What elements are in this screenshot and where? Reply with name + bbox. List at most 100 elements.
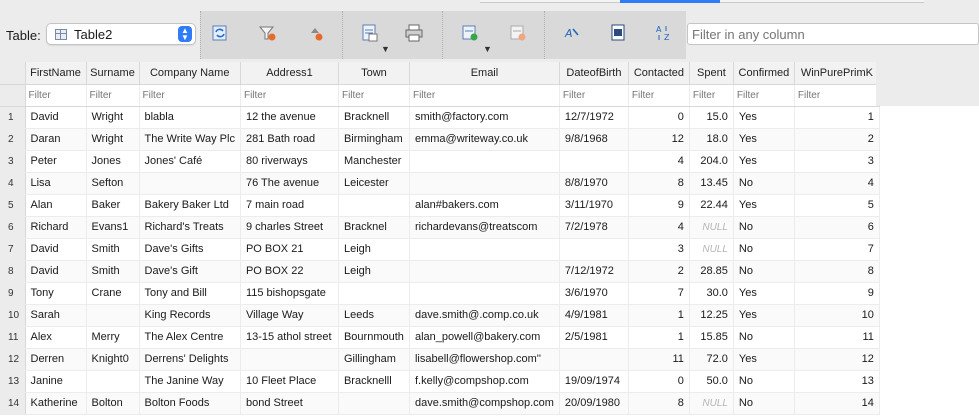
- table-cell[interactable]: 11: [794, 326, 880, 349]
- table-cell[interactable]: 19/09/1974: [559, 370, 629, 393]
- table-cell[interactable]: 12: [794, 348, 880, 371]
- table-cell[interactable]: 3/6/1970: [559, 282, 629, 305]
- table-cell[interactable]: Yes: [733, 150, 795, 173]
- column-header[interactable]: WinPurePrimK: [794, 62, 880, 85]
- table-cell[interactable]: 5: [794, 194, 880, 217]
- table-cell[interactable]: 28.85: [689, 260, 734, 283]
- row-number[interactable]: 4: [0, 172, 26, 195]
- table-cell[interactable]: 4/9/1981: [559, 304, 629, 327]
- table-cell[interactable]: Richard's Treats: [139, 216, 241, 239]
- table-cell[interactable]: Yes: [733, 128, 795, 151]
- column-header[interactable]: FirstName: [25, 62, 87, 85]
- column-header[interactable]: Town: [338, 62, 410, 85]
- table-cell[interactable]: Lisa: [25, 172, 87, 195]
- table-cell[interactable]: 9/8/1968: [559, 128, 629, 151]
- table-cell[interactable]: Leicester: [338, 172, 410, 195]
- table-cell[interactable]: No: [733, 238, 795, 261]
- table-select[interactable]: Table2 ▲ ▼: [46, 23, 196, 45]
- table-cell[interactable]: Leigh: [338, 238, 410, 261]
- column-filter-input[interactable]: [243, 90, 335, 101]
- table-cell[interactable]: dave.smith@compshop.com: [409, 392, 560, 415]
- column-filter-input[interactable]: [736, 90, 791, 101]
- delete-record-button[interactable]: [507, 23, 533, 47]
- table-cell[interactable]: Birmingham: [338, 128, 410, 151]
- table-cell[interactable]: Peter: [25, 150, 87, 173]
- table-cell[interactable]: No: [733, 172, 795, 195]
- table-cell[interactable]: 0: [628, 370, 690, 393]
- table-cell[interactable]: Bracknell: [338, 106, 410, 129]
- table-cell[interactable]: dave.smith@.comp.co.uk: [409, 304, 560, 327]
- table-cell[interactable]: Yes: [733, 304, 795, 327]
- table-row[interactable]: 6 Richard Evans1 Richard's Treats 9 charles …: [0, 216, 880, 239]
- row-number[interactable]: 10: [0, 304, 26, 327]
- find-replace-button[interactable]: A: [561, 23, 587, 47]
- table-cell[interactable]: 3/11/1970: [559, 194, 629, 217]
- table-cell[interactable]: Bakery Baker Ltd: [139, 194, 241, 217]
- column-filter-input[interactable]: [142, 90, 237, 101]
- table-cell[interactable]: [559, 238, 629, 261]
- clear-sort-button[interactable]: [305, 23, 331, 47]
- row-number[interactable]: 12: [0, 348, 26, 371]
- table-cell[interactable]: Evans1: [86, 216, 140, 239]
- table-cell[interactable]: [338, 282, 410, 305]
- column-filter-input[interactable]: [341, 90, 406, 101]
- row-number[interactable]: 11: [0, 326, 26, 349]
- table-cell[interactable]: richardevans@treatscom: [409, 216, 560, 239]
- table-cell[interactable]: NULL: [689, 216, 734, 239]
- table-cell[interactable]: Knight0: [86, 348, 140, 371]
- table-cell[interactable]: Daran: [25, 128, 87, 151]
- table-cell[interactable]: [559, 348, 629, 371]
- table-cell[interactable]: [338, 194, 410, 217]
- column-header[interactable]: Email: [409, 62, 560, 85]
- table-cell[interactable]: 13: [794, 370, 880, 393]
- table-cell[interactable]: 4: [794, 172, 880, 195]
- top-tab-left[interactable]: [480, 0, 620, 3]
- table-cell[interactable]: Dave's Gifts: [139, 238, 241, 261]
- table-cell[interactable]: Richard: [25, 216, 87, 239]
- table-cell[interactable]: Wright: [86, 106, 140, 129]
- table-cell[interactable]: 3: [628, 238, 690, 261]
- table-cell[interactable]: Janine: [25, 370, 87, 393]
- table-cell[interactable]: 281 Bath road: [240, 128, 339, 151]
- table-cell[interactable]: [139, 172, 241, 195]
- table-cell[interactable]: 7/2/1978: [559, 216, 629, 239]
- column-header[interactable]: Address1: [240, 62, 339, 85]
- table-cell[interactable]: 10 Fleet Place: [240, 370, 339, 393]
- table-cell[interactable]: 72.0: [689, 348, 734, 371]
- row-number[interactable]: 2: [0, 128, 26, 151]
- table-cell[interactable]: 0: [628, 106, 690, 129]
- table-cell[interactable]: 1: [794, 106, 880, 129]
- column-filter-input[interactable]: [89, 90, 136, 101]
- table-cell[interactable]: 1: [628, 326, 690, 349]
- table-cell[interactable]: Katherine: [25, 392, 87, 415]
- table-cell[interactable]: 30.0: [689, 282, 734, 305]
- table-cell[interactable]: Yes: [733, 348, 795, 371]
- table-cell[interactable]: Yes: [733, 282, 795, 305]
- table-cell[interactable]: Yes: [733, 194, 795, 217]
- table-cell[interactable]: 7/12/1972: [559, 260, 629, 283]
- top-tab-right[interactable]: [824, 0, 924, 3]
- table-cell[interactable]: David: [25, 238, 87, 261]
- table-cell[interactable]: 6: [794, 216, 880, 239]
- top-tab-active[interactable]: [620, 0, 720, 3]
- table-cell[interactable]: [338, 392, 410, 415]
- table-cell[interactable]: Bracknel: [338, 216, 410, 239]
- table-cell[interactable]: smith@factory.com: [409, 106, 560, 129]
- table-cell[interactable]: [409, 172, 560, 195]
- table-cell[interactable]: NULL: [689, 238, 734, 261]
- row-number[interactable]: 13: [0, 370, 26, 393]
- table-cell[interactable]: 4: [628, 216, 690, 239]
- table-cell[interactable]: 4: [628, 150, 690, 173]
- table-cell[interactable]: Village Way: [240, 304, 339, 327]
- table-cell[interactable]: lisabell@flowershop.com'': [409, 348, 560, 371]
- table-cell[interactable]: 13.45: [689, 172, 734, 195]
- row-number[interactable]: 3: [0, 150, 26, 173]
- table-row[interactable]: 1 David Wright blabla 12 the avenue Bracknell…: [0, 106, 880, 129]
- table-cell[interactable]: 8: [794, 260, 880, 283]
- table-cell[interactable]: 13-15 athol street: [240, 326, 339, 349]
- table-cell[interactable]: The Janine Way: [139, 370, 241, 393]
- table-cell[interactable]: No: [733, 326, 795, 349]
- table-cell[interactable]: emma@writeway.co.uk: [409, 128, 560, 151]
- table-cell[interactable]: King Records: [139, 304, 241, 327]
- table-cell[interactable]: 12.25: [689, 304, 734, 327]
